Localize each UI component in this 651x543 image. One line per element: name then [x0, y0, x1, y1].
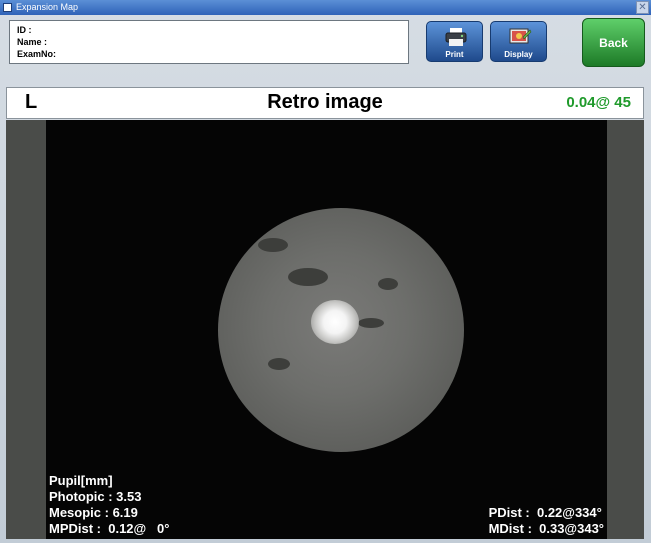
photopic-value: Photopic : 3.53: [49, 489, 142, 504]
display-button[interactable]: Display: [490, 21, 547, 62]
close-icon[interactable]: ✕: [636, 1, 649, 14]
opacity-spot: [288, 268, 328, 286]
title-bar: Expansion Map ✕: [0, 0, 651, 15]
light-reflex: [311, 300, 359, 344]
distance-stats: PDist : 0.22@334° MDist : 0.33@343°: [489, 505, 604, 537]
window-title: Expansion Map: [16, 2, 79, 12]
pupil-stats: Pupil[mm] Photopic : 3.53 Mesopic : 6.19 MP…: [49, 473, 169, 537]
mpdist-value: MPDist : 0.12@ 0°: [49, 521, 170, 536]
print-button-label: Print: [445, 50, 464, 59]
display-button-label: Display: [504, 50, 533, 59]
header-value: 0.04@ 45: [566, 94, 631, 111]
opacity-spot: [358, 318, 384, 328]
opacity-spot: [268, 358, 290, 370]
patient-info-panel: ID : Name : ExamNo:: [9, 20, 409, 64]
opacity-spot: [258, 238, 288, 252]
image-header: L Retro image 0.04@ 45: [6, 87, 644, 119]
display-icon: [509, 28, 532, 44]
opacity-spot: [378, 278, 398, 290]
image-title: Retro image: [267, 91, 383, 113]
patient-id-label: ID :: [17, 25, 32, 35]
print-button[interactable]: Print: [426, 21, 483, 62]
mdist-value: MDist : 0.33@343°: [488, 521, 604, 536]
retro-image: Pupil[mm] Photopic : 3.53 Mesopic : 6.19 MP…: [46, 120, 607, 539]
window-icon: [3, 3, 12, 12]
pupil-heading: Pupil[mm]: [49, 473, 113, 488]
patient-examno-label: ExamNo:: [17, 49, 57, 59]
patient-name-label: Name :: [17, 37, 48, 47]
back-button[interactable]: Back: [582, 18, 645, 67]
pupil-region: [218, 208, 464, 452]
pdist-value: PDist : 0.22@334°: [488, 505, 602, 520]
mesopic-value: Mesopic : 6.19: [49, 505, 138, 520]
printer-icon: [445, 28, 467, 46]
image-frame: Pupil[mm] Photopic : 3.53 Mesopic : 6.19 MP…: [6, 120, 644, 539]
expansion-map-window: Expansion Map ✕ ID : Name : ExamNo: Prin…: [0, 0, 651, 543]
